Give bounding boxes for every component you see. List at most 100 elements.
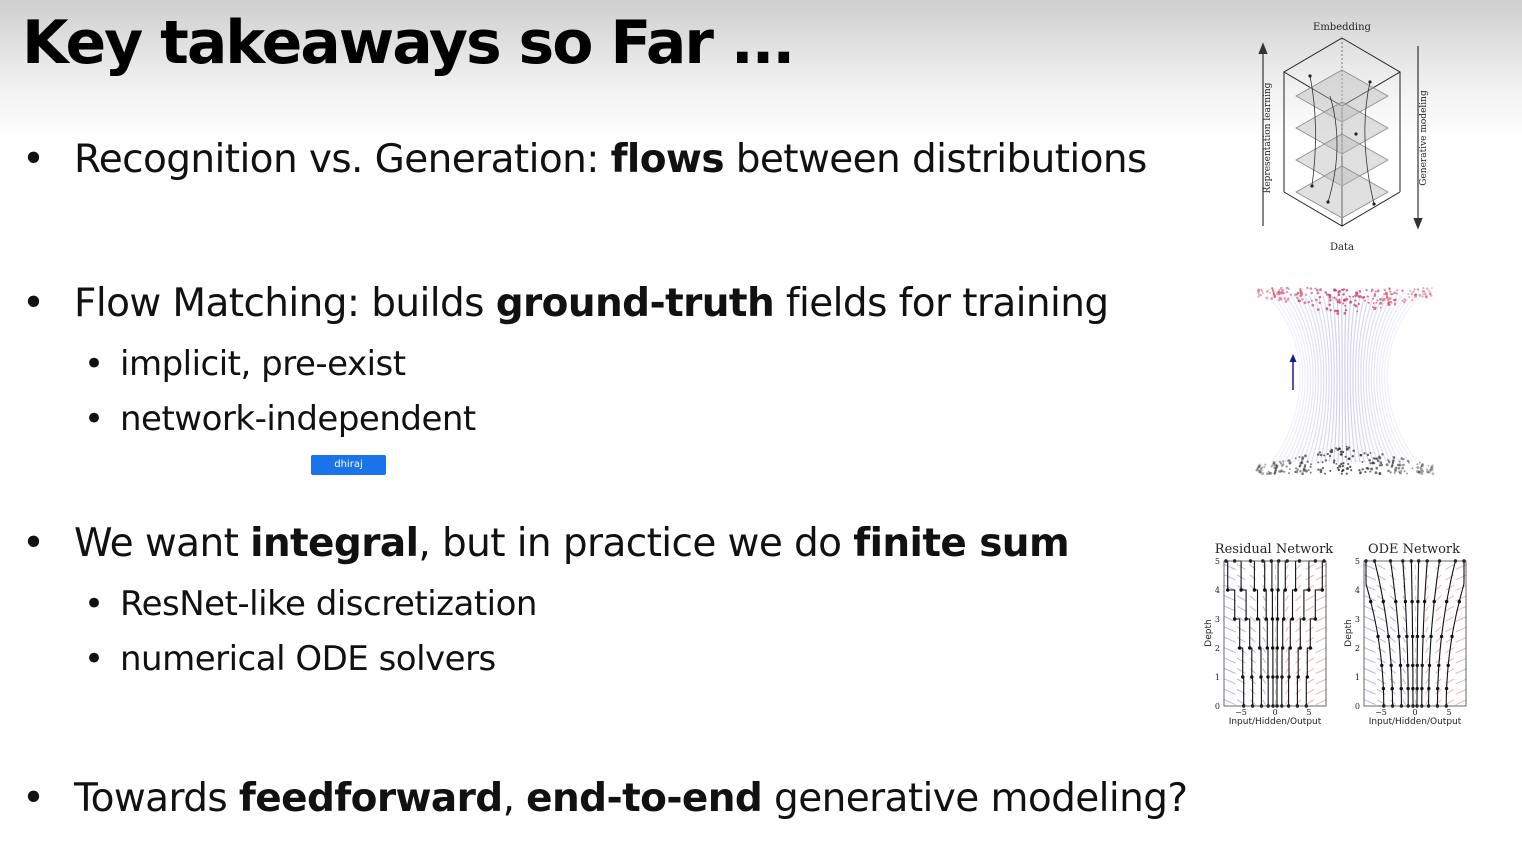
source-point <box>1299 470 1302 473</box>
trajectory <box>1402 560 1409 706</box>
field-arrow <box>1315 626 1328 633</box>
source-point <box>1307 468 1310 471</box>
source-point <box>1324 459 1328 462</box>
trajectory <box>1421 560 1428 706</box>
source-point <box>1349 465 1352 468</box>
source-point <box>1298 456 1301 458</box>
field-arrow <box>1376 647 1386 654</box>
evaluation-point <box>1415 686 1419 691</box>
source-point <box>1352 449 1355 452</box>
target-point <box>1344 309 1348 312</box>
bullet-text: , <box>502 776 527 821</box>
field-arrow <box>1315 647 1328 654</box>
source-point <box>1393 471 1396 474</box>
field-arrow <box>1376 668 1386 674</box>
source-point <box>1263 465 1266 469</box>
target-point <box>1257 292 1260 295</box>
flow-line <box>1381 295 1412 463</box>
target-point <box>1314 287 1317 290</box>
field-arrow <box>1425 699 1429 705</box>
evaluation-point <box>1432 599 1436 604</box>
field-arrow <box>1389 647 1396 654</box>
target-point <box>1342 302 1345 305</box>
source-point <box>1329 469 1332 472</box>
target-point <box>1279 297 1283 301</box>
target-point <box>1430 287 1433 290</box>
source-point <box>1301 472 1305 476</box>
source-point <box>1296 468 1299 471</box>
bullet-text: fields for training <box>774 281 1109 326</box>
target-point <box>1261 292 1265 295</box>
source-point <box>1282 460 1285 463</box>
bullet-emphasis: integral <box>250 521 419 566</box>
source-point <box>1282 463 1285 466</box>
field-arrow <box>1364 636 1376 643</box>
target-point <box>1383 293 1386 296</box>
trajectory <box>1445 561 1465 706</box>
tick-label: 5 <box>1306 708 1311 717</box>
field-arrow <box>1249 616 1256 622</box>
field-arrow <box>1285 689 1289 695</box>
evaluation-point <box>1394 599 1398 604</box>
ode-trajectories <box>1364 559 1466 708</box>
source-point <box>1374 471 1378 475</box>
field-arrow <box>1455 657 1468 664</box>
evaluation-point <box>1390 686 1394 691</box>
data-label: Data <box>1330 242 1354 253</box>
field-arrow <box>1389 668 1396 674</box>
target-point <box>1403 301 1406 304</box>
field-arrow <box>1315 678 1328 685</box>
target-point <box>1328 296 1332 299</box>
tick-label: 5 <box>1215 557 1220 566</box>
trajectory <box>1281 560 1288 706</box>
source-point <box>1294 457 1297 460</box>
field-arrow <box>1295 678 1302 685</box>
evaluation-point <box>1258 646 1262 650</box>
target-point <box>1352 295 1355 298</box>
target-point <box>1303 301 1307 305</box>
evaluation-point <box>1439 634 1444 639</box>
bullet-emphasis: flows <box>610 137 725 182</box>
target-point <box>1376 289 1380 293</box>
target-point <box>1277 290 1281 294</box>
bullet-emphasis: feedforward <box>238 776 503 821</box>
source-point <box>1259 468 1263 472</box>
source-point <box>1338 447 1341 450</box>
target-point <box>1283 297 1287 300</box>
field-arrow <box>1262 699 1267 705</box>
field-arrow <box>1315 636 1328 643</box>
source-point <box>1255 469 1258 472</box>
source-point <box>1261 466 1264 469</box>
field-arrow <box>1402 626 1407 633</box>
flow-line <box>1386 295 1421 463</box>
field-arrow <box>1455 636 1468 643</box>
source-point <box>1419 470 1422 474</box>
evaluation-point <box>1270 617 1275 621</box>
target-point <box>1257 288 1261 292</box>
target-point <box>1370 289 1373 293</box>
residual-network-title: Residual Network <box>1215 542 1334 557</box>
field-arrow <box>1224 574 1236 581</box>
target-point <box>1385 292 1389 296</box>
target-point <box>1343 311 1347 315</box>
source-point <box>1385 463 1389 467</box>
evaluation-point <box>1416 599 1420 604</box>
evaluation-point <box>1411 686 1415 691</box>
field-arrow <box>1224 605 1236 612</box>
target-point <box>1389 300 1393 304</box>
field-arrow <box>1435 626 1442 633</box>
target-point <box>1296 296 1299 300</box>
evaluation-point <box>1255 617 1260 621</box>
embedding-label: Embedding <box>1313 22 1372 33</box>
trajectory <box>1262 560 1269 706</box>
target-point <box>1421 295 1424 298</box>
bullet-flow-matching: • Flow Matching: builds ground-truth fiel… <box>22 280 1109 328</box>
resnet-yticks: 0 1 2 3 4 5 <box>1215 557 1220 711</box>
evaluation-point <box>1450 634 1454 639</box>
evaluation-point <box>1275 617 1280 621</box>
source-point <box>1275 464 1279 467</box>
source-point <box>1319 468 1323 472</box>
source-point <box>1335 447 1337 450</box>
field-arrow <box>1262 668 1267 674</box>
trajectory <box>1276 560 1279 706</box>
